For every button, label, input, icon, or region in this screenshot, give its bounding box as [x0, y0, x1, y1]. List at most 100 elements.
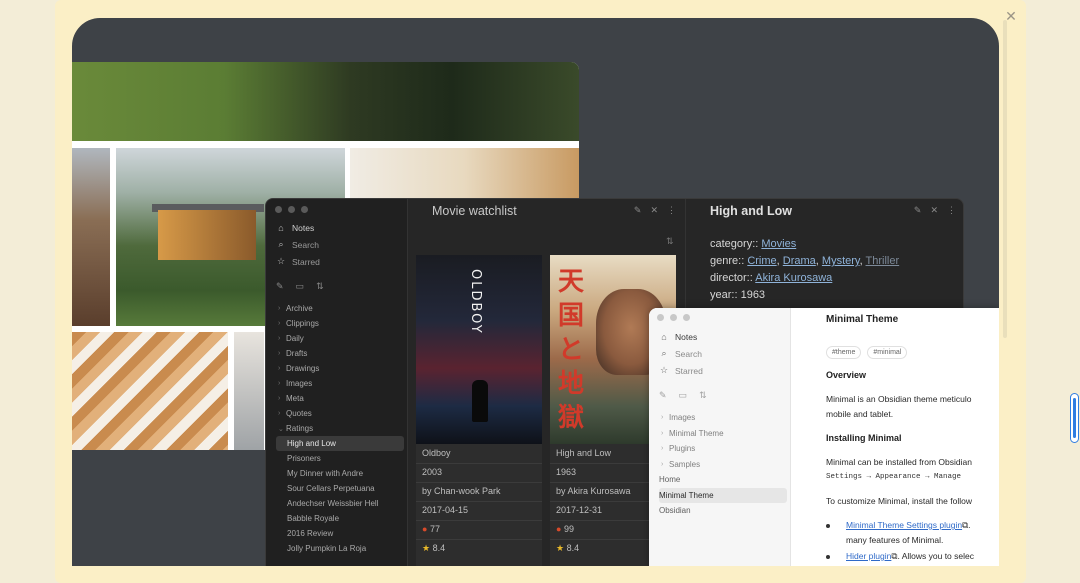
movie-card[interactable]: OLDBOY Oldboy 2003 by Chan-wook Park 201… — [416, 255, 542, 566]
note-tools: ✎ ✕ ⋮ — [914, 205, 956, 216]
sidebar-search[interactable]: ⌕ Search — [276, 236, 401, 253]
sidebar-notes[interactable]: ⌂ Notes — [659, 328, 784, 345]
note-jolly-pumpkin[interactable]: Jolly Pumpkin La Roja — [276, 541, 404, 556]
genre-link[interactable]: Thriller — [866, 255, 900, 267]
plugin-item: Hider plugin⧉. Allows you to selec — [846, 551, 974, 561]
photo-grass — [72, 62, 579, 141]
folder-samples[interactable]: › Samples — [659, 457, 787, 473]
note-sour-cellars[interactable]: Sour Cellars Perpetuana — [276, 481, 404, 496]
note-prisoners[interactable]: Prisoners — [276, 451, 404, 466]
new-note-icon[interactable]: ✎ — [659, 390, 667, 401]
pane-tools: ✎ ✕ ⋮ — [634, 205, 676, 216]
card-title: High and Low — [556, 448, 612, 458]
file-tree: › Images › Minimal Theme › Plugins › Samples… — [659, 410, 787, 519]
sidebar-tools: ✎ ▭ ⇅ — [659, 390, 707, 401]
star-icon: ☆ — [659, 365, 669, 375]
plugin-item: Minimal Theme Settings plugin⧉. — [846, 520, 971, 530]
search-icon: ⌕ — [278, 239, 284, 249]
sort-icon[interactable]: ⇅ — [316, 281, 324, 292]
card-score: ● 77 — [422, 524, 440, 534]
folder-quotes[interactable]: › Quotes — [276, 406, 404, 421]
sidebar-starred[interactable]: ☆ Starred — [659, 362, 784, 379]
card-year: 1963 — [556, 467, 577, 477]
card-director: by Akira Kurosawa — [556, 486, 631, 496]
folder-images[interactable]: › Images — [659, 410, 787, 426]
watchlist-pane: Movie watchlist ✎ ✕ ⋮ ⇅ OLDBOY Oldboy 20… — [408, 199, 684, 566]
plugin-desc: many features of Minimal. — [846, 535, 944, 545]
card-year: 2003 — [422, 467, 443, 477]
install-text: Minimal can be installed from Obsidian — [826, 457, 972, 467]
minimal-settings-link[interactable]: Minimal Theme Settings plugin — [846, 520, 962, 530]
folder-archive[interactable]: › Archive — [276, 301, 404, 316]
page-scroll-handle[interactable] — [1070, 393, 1079, 443]
sidebar-tools: ✎ ▭ ⇅ — [276, 281, 324, 292]
tag-minimal[interactable]: #minimal — [867, 346, 908, 359]
folder-drafts[interactable]: › Drafts — [276, 346, 404, 361]
sort-icon[interactable]: ⇅ — [699, 390, 707, 401]
folder-meta[interactable]: › Meta — [276, 391, 404, 406]
home-icon: ⌂ — [278, 222, 284, 233]
dialog-scrollbar[interactable] — [1003, 20, 1007, 338]
category-link[interactable]: Movies — [761, 238, 796, 250]
note-andechser[interactable]: Andechser Weissbier Hell — [276, 496, 404, 511]
file-minimal-theme[interactable]: Minimal Theme — [659, 487, 787, 503]
more-icon[interactable]: ⋮ — [947, 205, 956, 216]
note-babble-royale[interactable]: Babble Royale — [276, 511, 404, 526]
folder-clippings[interactable]: › Clippings — [276, 316, 404, 331]
file-home[interactable]: Home — [659, 472, 787, 488]
new-folder-icon[interactable]: ▭ — [296, 281, 305, 292]
card-score: ● 99 — [556, 524, 574, 534]
folder-ratings[interactable]: ⌄ Ratings — [276, 421, 404, 436]
dark-sidebar: ⌂ Notes ⌕ Search ☆ Starred ✎ ▭ ⇅ › Archive ›… — [266, 199, 408, 566]
customize-text: To customize Minimal, install the follow — [826, 496, 972, 506]
genre-link[interactable]: Mystery — [822, 255, 860, 267]
overview-text: Minimal is an Obsidian theme meticulo — [826, 394, 972, 404]
edit-icon[interactable]: ✎ — [634, 205, 642, 216]
note-2016-review[interactable]: 2016 Review — [276, 526, 404, 541]
note-high-and-low[interactable]: High and Low — [276, 436, 404, 451]
overview-heading: Overview — [826, 370, 867, 380]
preview-image: ⌂ Notes ⌕ Search ☆ Starred ✎ ▭ ⇅ › Archive ›… — [72, 18, 999, 566]
star-icon: ☆ — [276, 256, 286, 266]
card-rating: ★ 8.4 — [422, 543, 446, 553]
edit-icon[interactable]: ✎ — [914, 205, 922, 216]
light-sidebar: ⌂ Notes ⌕ Search ☆ Starred ✎ ▭ ⇅ › Images › M… — [649, 308, 791, 566]
tag-theme[interactable]: #theme — [826, 346, 862, 359]
bullet — [826, 555, 830, 559]
home-icon: ⌂ — [661, 331, 667, 342]
card-date: 2017-04-15 — [422, 505, 469, 515]
new-folder-icon[interactable]: ▭ — [679, 390, 688, 401]
folder-daily[interactable]: › Daily — [276, 331, 404, 346]
sidebar-starred[interactable]: ☆ Starred — [276, 253, 401, 270]
file-obsidian[interactable]: Obsidian — [659, 503, 787, 519]
close-pane-icon[interactable]: ✕ — [650, 205, 658, 216]
file-tree: › Archive › Clippings › Daily › Drafts › Draw… — [276, 301, 404, 556]
genre-link[interactable]: Crime — [747, 255, 776, 267]
card-rating: ★ 8.4 — [556, 543, 580, 553]
pane-title: Movie watchlist — [432, 204, 517, 218]
sidebar-search[interactable]: ⌕ Search — [659, 345, 784, 362]
tag-list: #theme #minimal — [826, 346, 908, 359]
note-my-dinner[interactable]: My Dinner with Andre — [276, 466, 404, 481]
movie-poster: OLDBOY — [416, 255, 542, 444]
sidebar-notes[interactable]: ⌂ Notes — [276, 219, 401, 236]
close-pane-icon[interactable]: ✕ — [930, 205, 938, 216]
doc-title: Minimal Theme — [826, 314, 899, 325]
new-note-icon[interactable]: ✎ — [276, 281, 284, 292]
install-path: Settings → Appearance → Manage — [826, 473, 962, 481]
folder-plugins[interactable]: › Plugins — [659, 441, 787, 457]
more-icon[interactable]: ⋮ — [667, 205, 676, 216]
genre-link[interactable]: Drama — [783, 255, 816, 267]
folder-images[interactable]: › Images — [276, 376, 404, 391]
photo-edge — [234, 332, 264, 450]
minimal-doc: Minimal Theme #theme #minimal Overview M… — [791, 308, 999, 566]
folder-drawings[interactable]: › Drawings — [276, 361, 404, 376]
folder-minimal-theme[interactable]: › Minimal Theme — [659, 426, 787, 442]
director-link[interactable]: Akira Kurosawa — [755, 272, 832, 284]
window-controls[interactable] — [657, 314, 690, 321]
hider-plugin-link[interactable]: Hider plugin — [846, 551, 891, 561]
sort-icon[interactable]: ⇅ — [666, 236, 674, 247]
card-director: by Chan-wook Park — [422, 486, 501, 496]
window-controls[interactable] — [275, 206, 308, 213]
year-value: 1963 — [740, 289, 766, 301]
